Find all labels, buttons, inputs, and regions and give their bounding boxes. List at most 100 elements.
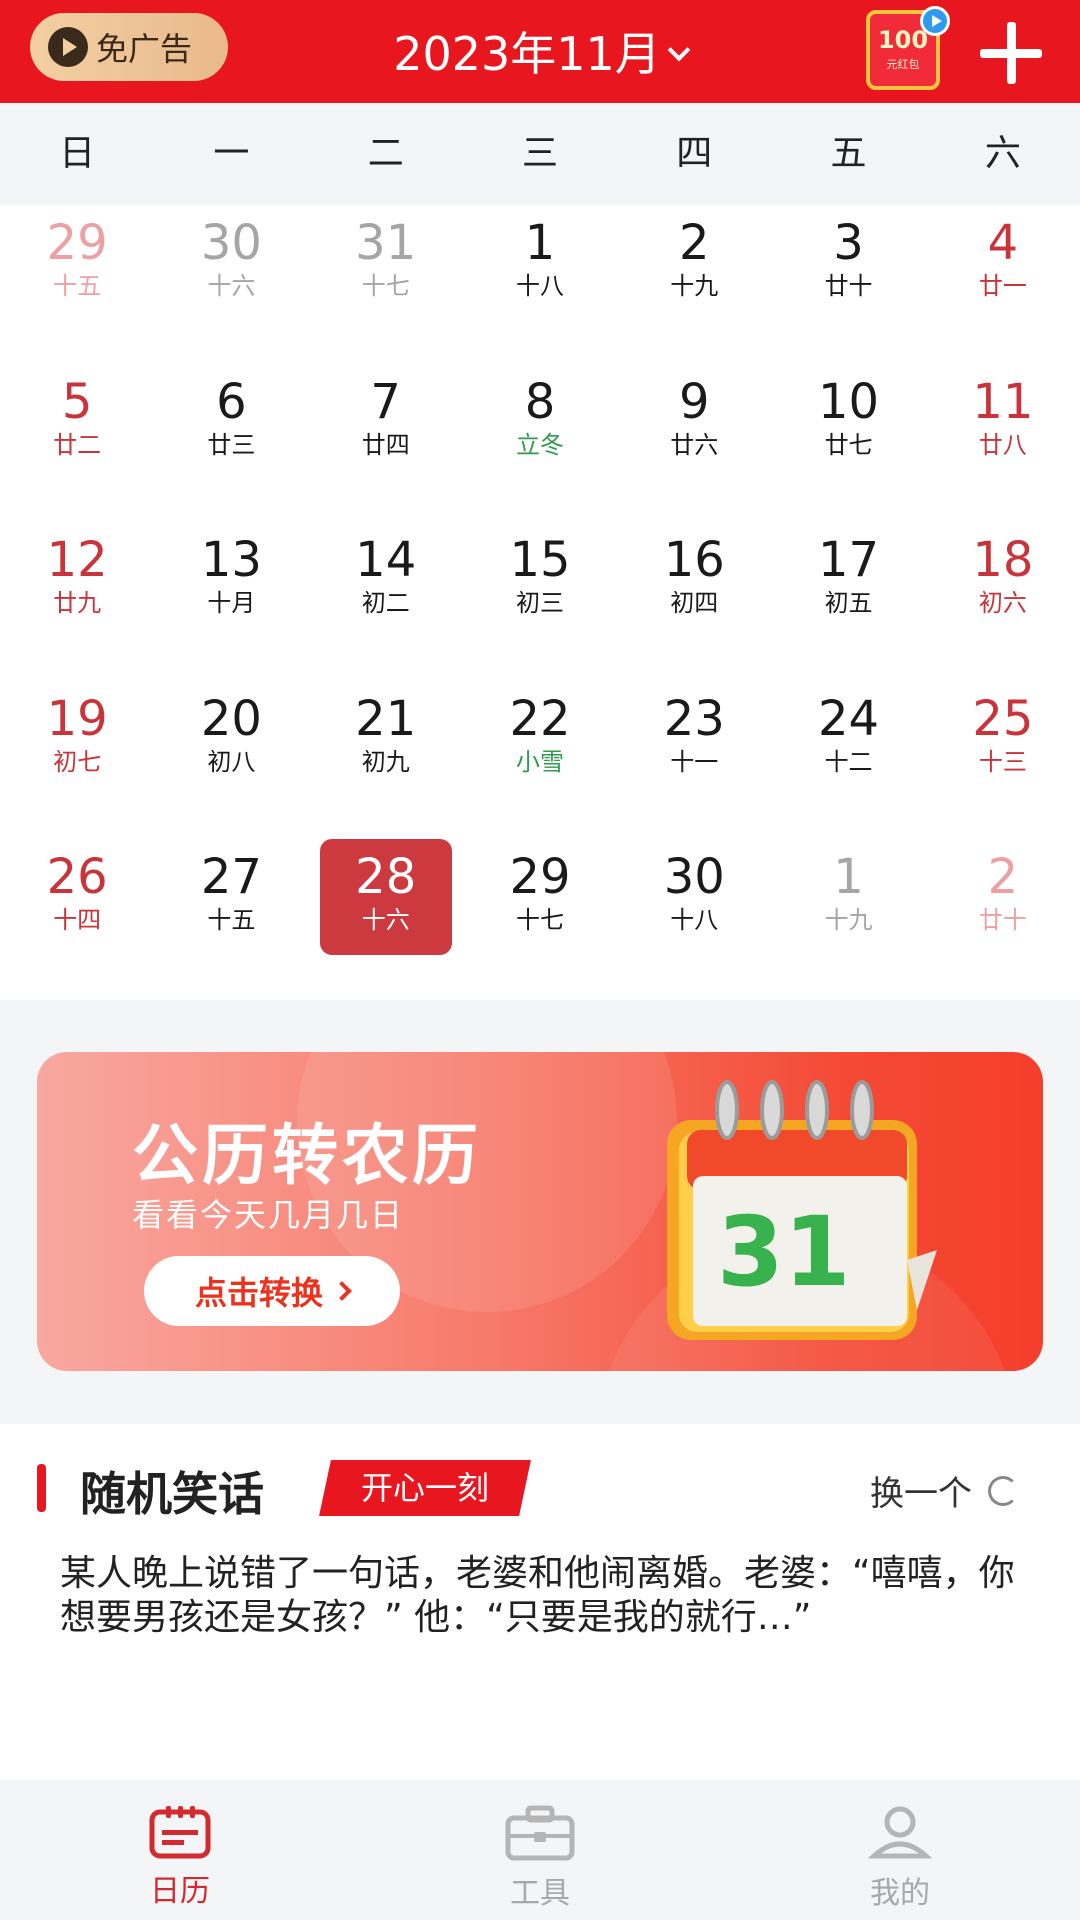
red-packet-button[interactable]: 100 元红包 (866, 6, 950, 90)
lunar-date: 十月 (207, 589, 256, 618)
calendar-day[interactable]: 3 廿十 (771, 205, 925, 364)
nav-label-tools: 工具 (510, 1876, 570, 1911)
lunar-date: 十一 (670, 747, 719, 776)
day-number: 13 (200, 532, 262, 589)
day-number: 18 (972, 532, 1034, 589)
calendar-day[interactable]: 21 初九 (309, 681, 463, 840)
joke-tag: 开心一刻 (319, 1460, 531, 1516)
lunar-date: 廿三 (207, 430, 256, 459)
calendar-day[interactable]: 14 初二 (309, 522, 463, 681)
lunar-date: 十三 (978, 747, 1027, 776)
weekday-sat: 六 (984, 133, 1021, 174)
calendar-day[interactable]: 15 初三 (463, 522, 617, 681)
calendar-day[interactable]: 2 廿十 (926, 839, 1080, 998)
calendar-day[interactable]: 29 十七 (463, 839, 617, 998)
calendar-day[interactable]: 26 十四 (0, 839, 154, 998)
lunar-date: 立冬 (515, 430, 564, 459)
lunar-date: 初三 (515, 589, 564, 618)
remove-ads-button[interactable]: 免广告 (30, 13, 228, 81)
calendar-day[interactable]: 24 十二 (771, 681, 925, 840)
joke-text: 某人晚上说错了一句话，老婆和他闹离婚。老婆：“嘻嘻，你想要男孩还是女孩？” 他：… (60, 1553, 1015, 1638)
day-number: 26 (46, 849, 108, 906)
play-icon (48, 27, 88, 67)
day-number: 11 (972, 373, 1034, 430)
calendar-day[interactable]: 22 小雪 (463, 681, 617, 840)
day-number: 9 (679, 373, 710, 430)
calendar-day[interactable]: 1 十九 (771, 839, 925, 998)
calendar-day[interactable]: 23 十一 (617, 681, 771, 840)
day-number: 30 (200, 215, 262, 271)
lunar-date: 十九 (824, 906, 873, 935)
month-title[interactable]: 2023年11月 (393, 27, 661, 81)
day-number: 1 (524, 215, 556, 271)
calendar-day[interactable]: 11 廿八 (926, 364, 1080, 523)
weekday-sun: 日 (59, 133, 96, 174)
lunar-date: 初九 (361, 747, 410, 776)
calendar-day[interactable]: 10 廿七 (771, 364, 925, 523)
calendar-day[interactable]: 2 十九 (617, 205, 771, 364)
day-number: 7 (370, 373, 401, 430)
chevron-down-icon[interactable] (667, 38, 691, 62)
calendar-day[interactable]: 4 廿一 (926, 205, 1080, 364)
nav-item-tools[interactable]: 工具 (360, 1780, 720, 1920)
calendar-day[interactable]: 9 廿六 (617, 364, 771, 523)
lunar-date: 廿七 (824, 430, 873, 459)
illustration-number: 31 (717, 1196, 851, 1308)
calendar-day[interactable]: 6 廿三 (154, 364, 308, 523)
lunar-date: 十四 (53, 906, 102, 935)
weekday-mon: 一 (213, 133, 250, 174)
lunar-date: 初七 (53, 747, 102, 776)
nav-item-profile[interactable]: 我的 (720, 1780, 1080, 1920)
calendar-day[interactable]: 8 立冬 (463, 364, 617, 523)
lunar-date: 初八 (207, 747, 256, 776)
convert-button[interactable]: 点击转换 (144, 1256, 400, 1326)
calendar-day[interactable]: 27 十五 (154, 839, 308, 998)
calendar-day[interactable]: 30 十八 (617, 839, 771, 998)
random-joke-card: 随机笑话 开心一刻 换一个 某人晚上说错了一句话，老婆和他闹离婚。老婆：“嘻嘻，… (0, 1424, 1080, 1780)
day-number: 8 (524, 373, 556, 430)
lunar-date: 十五 (53, 272, 102, 300)
video-play-badge-icon (920, 6, 950, 36)
calendar-day[interactable]: 30 十六 (154, 205, 308, 364)
calendar-day[interactable]: 1 十八 (463, 205, 617, 364)
calendar-day[interactable]: 29 十五 (0, 205, 154, 364)
calendar-day[interactable]: 25 十三 (926, 681, 1080, 840)
lunar-date: 廿九 (53, 589, 102, 618)
calendar-day-selected[interactable]: 28 十六 (309, 839, 463, 998)
joke-tag-label: 开心一刻 (360, 1469, 489, 1507)
lunar-converter-banner[interactable]: 公历转农历 看看今天几月几日 点击转换 31 (37, 1052, 1043, 1371)
calendar-day[interactable]: 13 十月 (154, 522, 308, 681)
calendar-day[interactable]: 19 初七 (0, 681, 154, 840)
day-number: 27 (200, 849, 262, 906)
lunar-date: 十八 (515, 272, 564, 300)
calendar-day[interactable]: 31 十七 (309, 205, 463, 364)
lunar-date: 初四 (670, 589, 719, 618)
day-number: 10 (818, 373, 880, 430)
calendar-day[interactable]: 18 初六 (926, 522, 1080, 681)
bottom-nav: 日历 工具 我的 (0, 1780, 1080, 1920)
refresh-label: 换一个 (870, 1474, 972, 1514)
banner-area: 公历转农历 看看今天几月几日 点击转换 31 (0, 1052, 1080, 1424)
calendar-day[interactable]: 17 初五 (771, 522, 925, 681)
day-number: 31 (355, 215, 417, 271)
nav-item-calendar[interactable]: 日历 (0, 1780, 360, 1920)
lunar-date: 十八 (670, 906, 719, 935)
lunar-date: 十五 (207, 906, 256, 935)
calendar-day[interactable]: 12 廿九 (0, 522, 154, 681)
day-number: 2 (679, 215, 710, 271)
refresh-joke-button[interactable]: 换一个 (870, 1466, 1018, 1515)
calendar-day[interactable]: 7 廿四 (309, 364, 463, 523)
section-divider (0, 1000, 1080, 1052)
day-number: 2 (987, 849, 1019, 906)
calendar-illustration-icon: 31 (667, 1080, 937, 1340)
calendar-day[interactable]: 16 初四 (617, 522, 771, 681)
add-icon[interactable] (980, 22, 1042, 84)
day-number: 15 (509, 532, 571, 589)
day-number: 25 (972, 690, 1034, 747)
lunar-date: 十七 (361, 272, 410, 300)
nav-label-profile: 我的 (870, 1876, 930, 1911)
calendar-day[interactable]: 20 初八 (154, 681, 308, 840)
weekday-wed: 三 (521, 133, 558, 174)
calendar-day[interactable]: 5 廿二 (0, 364, 154, 523)
weekday-header: 日 一 二 三 四 五 六 (0, 103, 1080, 205)
